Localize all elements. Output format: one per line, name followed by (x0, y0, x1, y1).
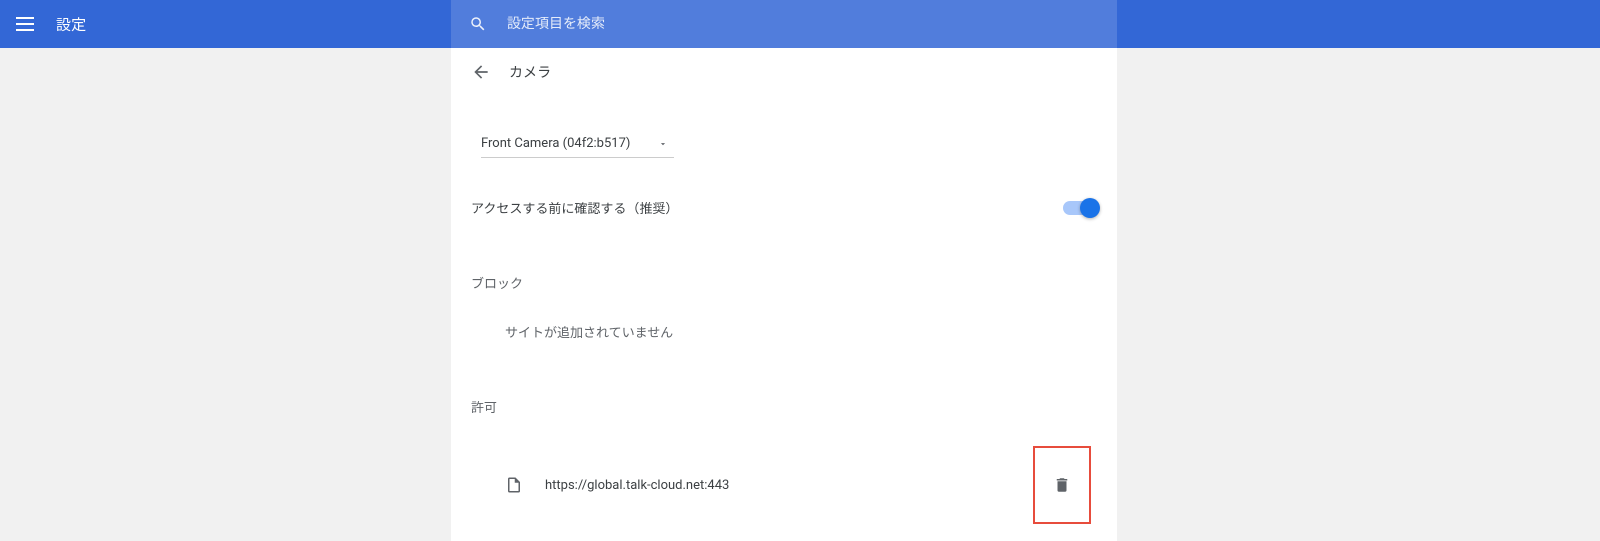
back-button[interactable] (471, 62, 491, 82)
arrow-left-icon (471, 62, 491, 82)
page-icon (505, 476, 523, 494)
ask-before-access-row: アクセスする前に確認する（推奨） (471, 198, 1097, 217)
chevron-down-icon (658, 134, 668, 153)
allowed-site-url: https://global.talk-cloud.net:443 (545, 478, 729, 493)
settings-content-panel: カメラ Front Camera (04f2:b517) アクセスする前に確認す… (451, 48, 1117, 541)
app-header: 設定 (0, 0, 1600, 48)
search-icon (469, 15, 487, 33)
camera-select-value: Front Camera (04f2:b517) (481, 136, 630, 151)
toggle-knob (1080, 198, 1100, 218)
allow-section-label: 許可 (471, 397, 1097, 416)
page-header: カメラ (451, 48, 1117, 92)
camera-select-dropdown[interactable]: Front Camera (04f2:b517) (481, 134, 674, 158)
allowed-site-row: https://global.talk-cloud.net:443 (471, 446, 1097, 524)
block-section-label: ブロック (471, 273, 1097, 292)
page-title: カメラ (509, 62, 551, 82)
ask-before-access-toggle[interactable] (1063, 201, 1097, 215)
no-sites-text: サイトが追加されていません (505, 322, 1097, 341)
search-box[interactable] (451, 0, 1117, 48)
hamburger-menu-icon[interactable] (16, 12, 40, 36)
app-title: 設定 (56, 14, 86, 35)
search-input[interactable] (507, 16, 1099, 32)
ask-before-access-label: アクセスする前に確認する（推奨） (471, 198, 678, 217)
delete-site-button[interactable] (1033, 446, 1091, 524)
trash-icon (1053, 476, 1071, 494)
